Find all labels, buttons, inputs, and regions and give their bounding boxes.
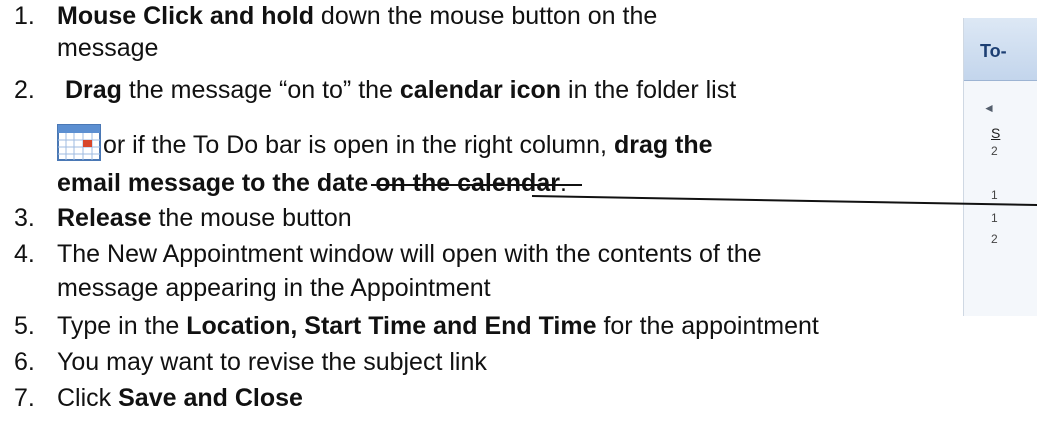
calendar-date[interactable]: 2	[991, 144, 998, 158]
calendar-date[interactable]: 1	[991, 211, 998, 225]
step-number: 7.	[14, 384, 35, 412]
prev-month-arrow-icon[interactable]: ◄	[983, 101, 995, 115]
todo-bar-title: To-	[980, 41, 1007, 61]
day-of-week-header: S	[991, 125, 1001, 141]
calendar-icon	[57, 123, 101, 161]
todo-bar: To- ◄ S 2 1 1 2	[963, 18, 1037, 316]
step-number: 1.	[14, 2, 35, 30]
step-7-label: Click Save and Close	[57, 384, 303, 412]
struck-text: on the calendar	[375, 169, 560, 197]
calendar-date[interactable]: 2	[991, 232, 998, 246]
calendar-date[interactable]: 1	[991, 188, 998, 202]
step-bold: Mouse Click and hold	[57, 2, 314, 30]
todo-bar-header: To-	[964, 18, 1037, 81]
step-number: 2.	[14, 76, 35, 104]
instruction-list: 1. Mouse Click and hold down the mouse b…	[14, 2, 819, 376]
